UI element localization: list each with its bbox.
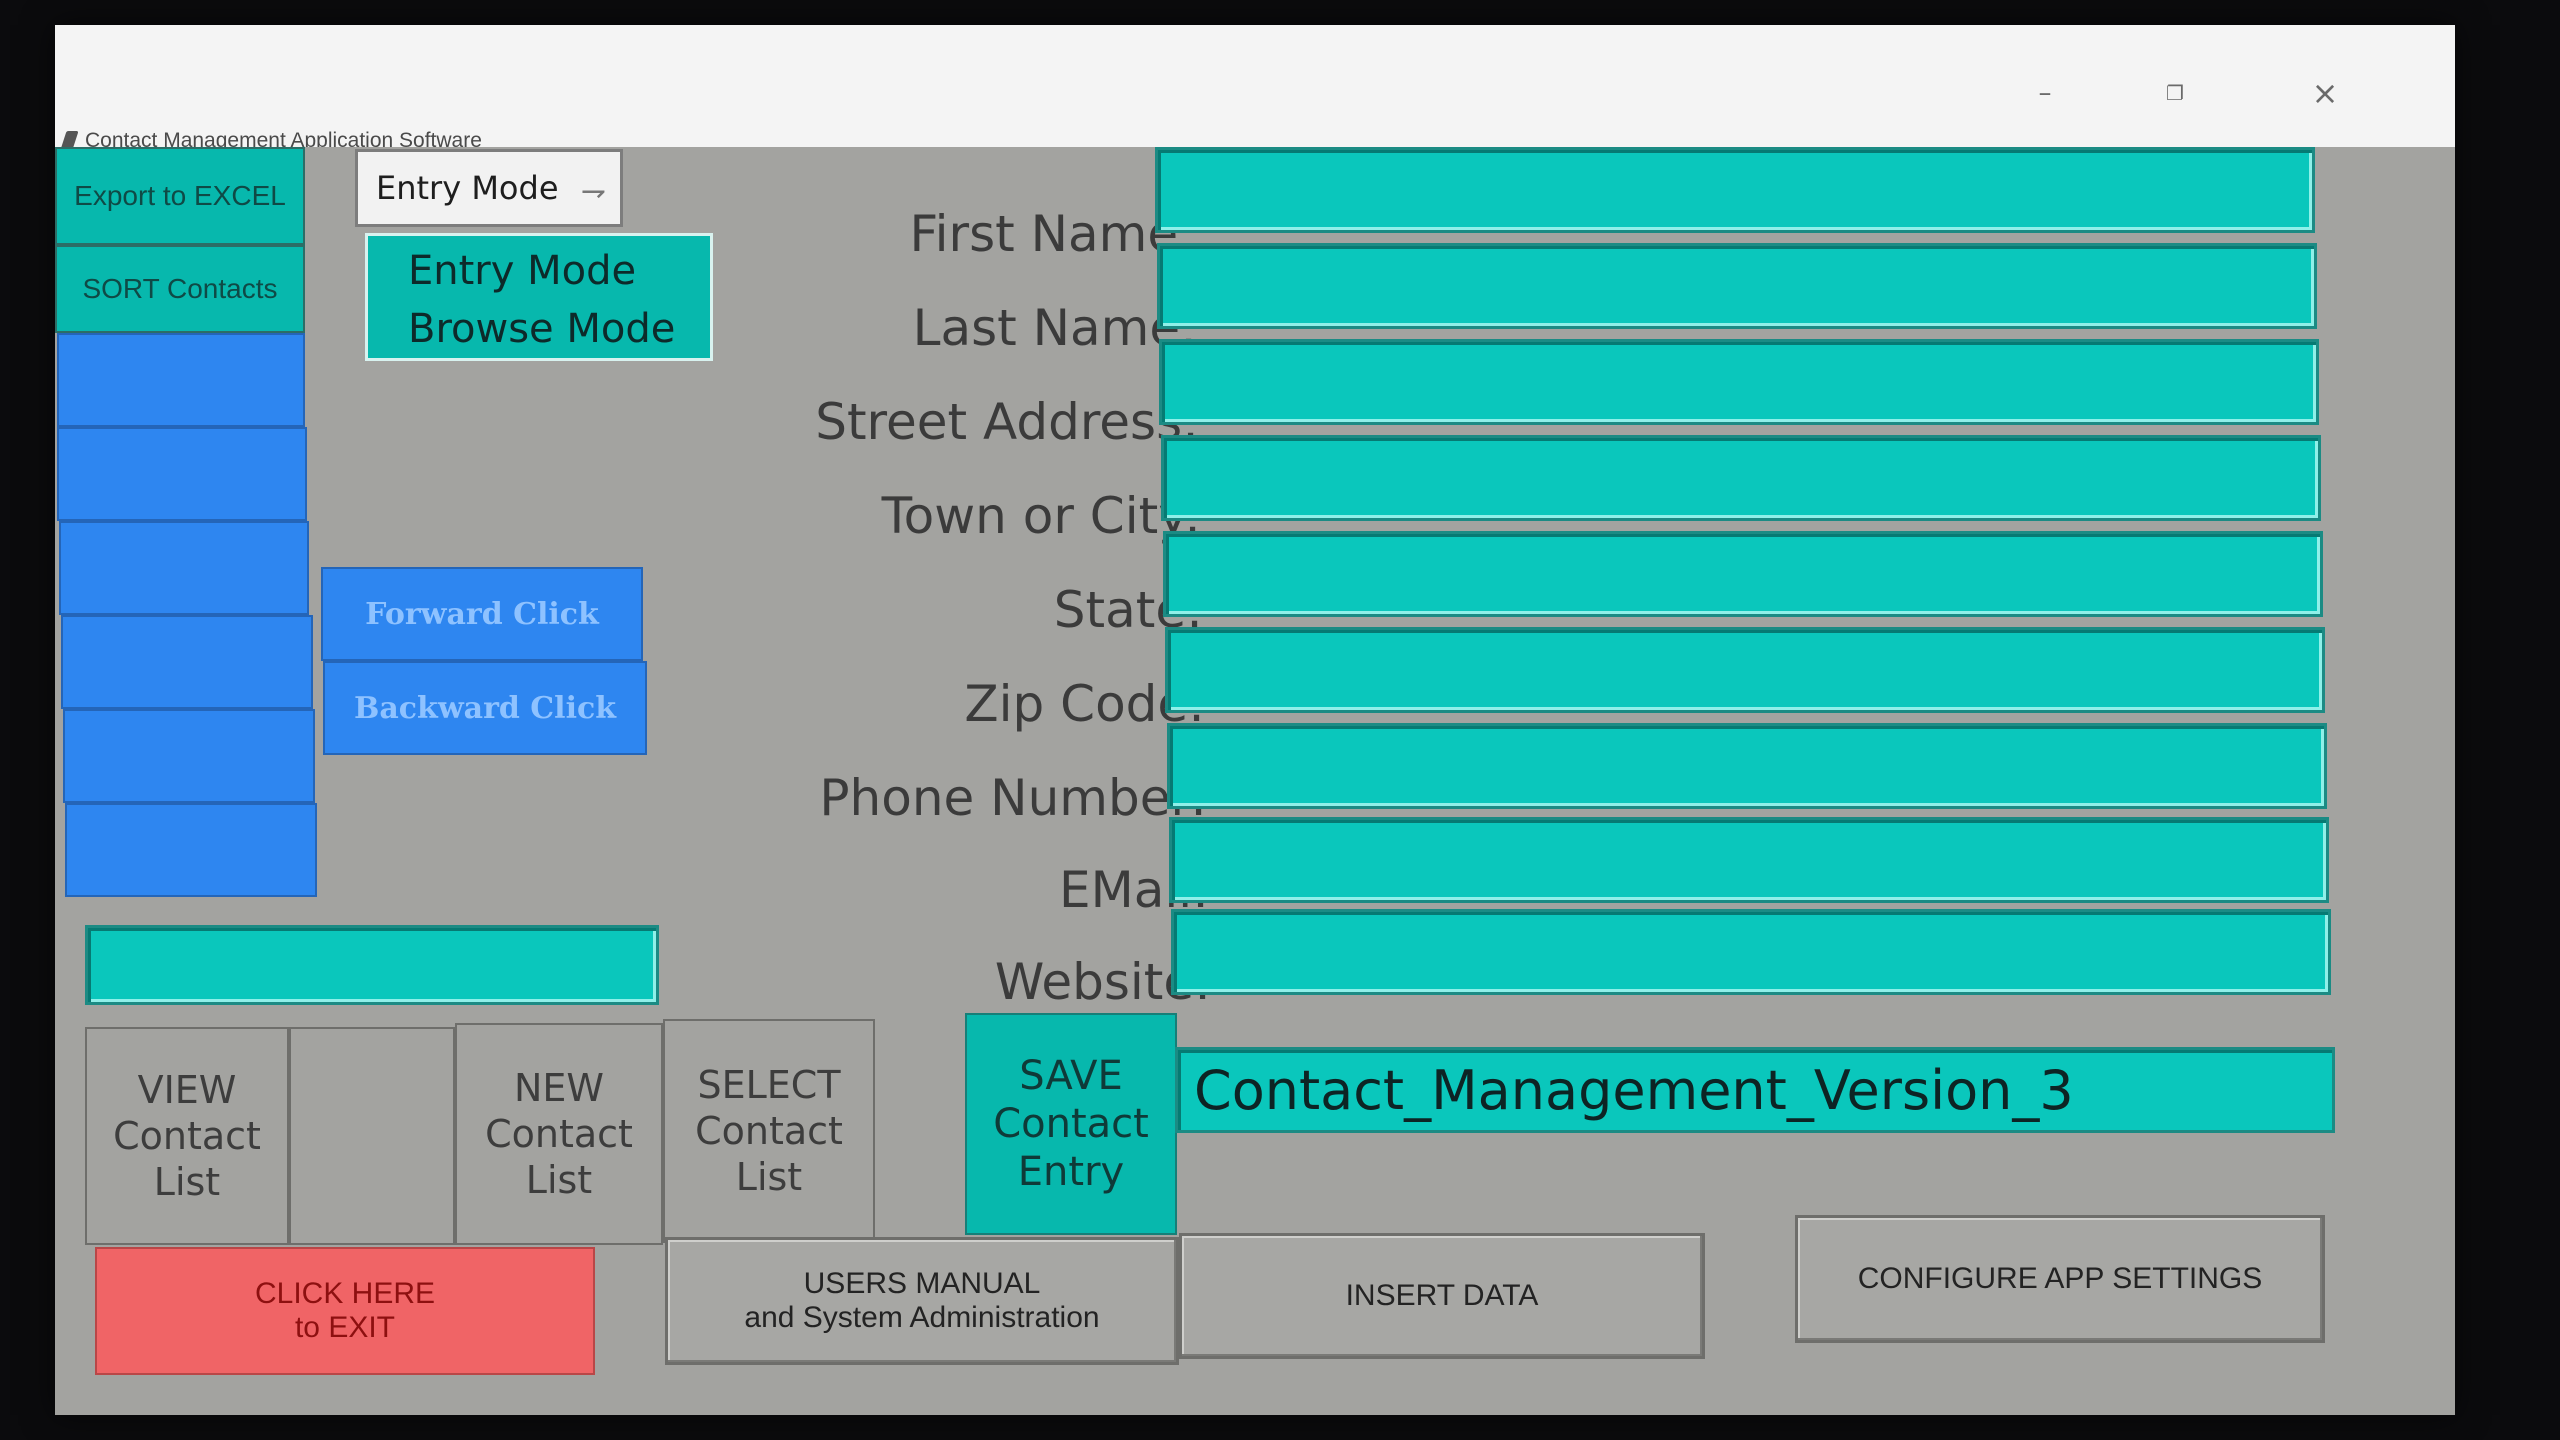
new-line-1: NEW bbox=[513, 1066, 604, 1110]
save-contact-entry-button[interactable]: SAVE Contact Entry bbox=[965, 1013, 1177, 1235]
select-line-2: Contact bbox=[695, 1109, 843, 1153]
manual-line-1: USERS MANUAL bbox=[803, 1267, 1041, 1300]
first-name-field[interactable] bbox=[1155, 147, 2315, 233]
new-line-3: List bbox=[525, 1158, 593, 1202]
restore-button[interactable]: ❐ bbox=[2145, 63, 2205, 123]
view-line-2: Contact bbox=[113, 1114, 261, 1158]
first-name-label: First Name: bbox=[909, 205, 1195, 263]
view-line-1: VIEW bbox=[137, 1068, 237, 1112]
street-address-label: Street Address: bbox=[815, 393, 1199, 451]
save-line-2: Contact bbox=[993, 1101, 1149, 1147]
state-label: State: bbox=[1053, 581, 1203, 639]
forward-click-button[interactable]: Forward Click bbox=[321, 567, 643, 661]
users-manual-button[interactable]: USERS MANUAL and System Administration bbox=[665, 1237, 1179, 1365]
phone-number-field[interactable] bbox=[1167, 723, 2327, 809]
last-name-field[interactable] bbox=[1157, 243, 2317, 329]
export-excel-button[interactable]: Export to EXCEL bbox=[55, 147, 305, 245]
contact-slot[interactable] bbox=[57, 333, 305, 427]
search-input[interactable] bbox=[85, 925, 659, 1005]
last-name-label: Last Name: bbox=[912, 299, 1197, 357]
contact-slot[interactable] bbox=[65, 803, 317, 897]
save-line-3: Entry bbox=[1017, 1149, 1125, 1195]
backward-click-button[interactable]: Backward Click bbox=[323, 661, 647, 755]
insert-data-button[interactable]: INSERT DATA bbox=[1179, 1233, 1705, 1359]
exit-line-2: to EXIT bbox=[294, 1311, 396, 1344]
main-content: Export to EXCEL SORT Contacts Entry Mode… bbox=[55, 147, 2455, 1415]
phone-number-label: Phone Number: bbox=[819, 769, 1207, 827]
new-contact-list-button[interactable]: NEW Contact List bbox=[455, 1023, 663, 1245]
dropdown-arrow-icon: ⇁ bbox=[580, 174, 606, 209]
configure-app-settings-button[interactable]: CONFIGURE APP SETTINGS bbox=[1795, 1215, 2325, 1343]
contact-slot[interactable] bbox=[57, 427, 307, 521]
zip-code-field[interactable] bbox=[1165, 627, 2325, 713]
app-window: Contact Management Application Software … bbox=[55, 25, 2455, 1415]
email-field[interactable] bbox=[1169, 817, 2329, 903]
town-city-field[interactable] bbox=[1161, 435, 2321, 521]
mode-combobox[interactable]: Entry Mode ⇁ bbox=[355, 149, 623, 227]
select-contact-list-button[interactable]: SELECT Contact List bbox=[663, 1019, 875, 1243]
exit-button[interactable]: CLICK HERE to EXIT bbox=[95, 1247, 595, 1375]
mode-selected-value: Entry Mode bbox=[376, 169, 559, 207]
database-name-field[interactable]: Contact_Management_Version_3 bbox=[1175, 1047, 2335, 1133]
zip-code-label: Zip Code: bbox=[964, 675, 1205, 733]
state-field[interactable] bbox=[1163, 531, 2323, 617]
title-bar: Contact Management Application Software … bbox=[55, 25, 2455, 153]
contact-slot[interactable] bbox=[61, 615, 313, 709]
street-address-field[interactable] bbox=[1159, 339, 2319, 425]
email-label: EMail: bbox=[1059, 861, 1209, 919]
contact-slot[interactable] bbox=[63, 709, 315, 803]
website-field[interactable] bbox=[1171, 909, 2331, 995]
town-city-label: Town or City: bbox=[881, 487, 1201, 545]
blank-button[interactable] bbox=[289, 1027, 455, 1245]
select-line-3: List bbox=[735, 1155, 803, 1199]
select-line-1: SELECT bbox=[697, 1063, 841, 1107]
close-button[interactable]: × bbox=[2295, 63, 2355, 123]
sort-contacts-button[interactable]: SORT Contacts bbox=[55, 245, 305, 333]
exit-line-1: CLICK HERE bbox=[254, 1277, 436, 1310]
minimize-button[interactable]: – bbox=[2015, 63, 2075, 123]
new-line-2: Contact bbox=[485, 1112, 633, 1156]
contact-slot[interactable] bbox=[59, 521, 309, 615]
website-label: Website: bbox=[994, 953, 1211, 1011]
manual-line-2: and System Administration bbox=[744, 1301, 1100, 1334]
view-line-3: List bbox=[153, 1160, 221, 1204]
view-contact-list-button[interactable]: VIEW Contact List bbox=[85, 1027, 289, 1245]
save-line-1: SAVE bbox=[1019, 1053, 1123, 1099]
